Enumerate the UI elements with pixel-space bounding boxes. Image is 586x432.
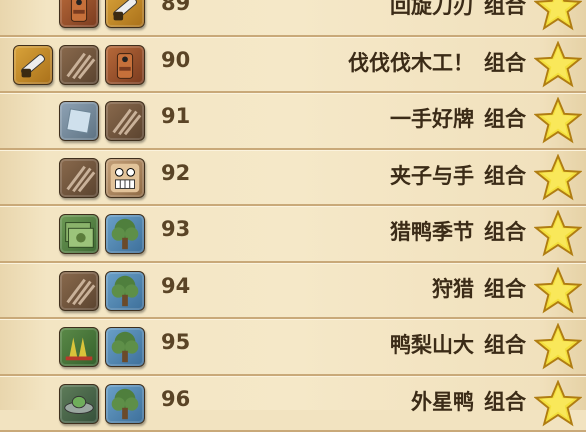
combo-number: 92 bbox=[161, 161, 190, 185]
star-icon bbox=[534, 41, 582, 89]
combo-title: 伐伐伐木工！ 组合 bbox=[348, 47, 526, 77]
star-icon bbox=[534, 323, 582, 371]
combo-title-text: 一手好牌 bbox=[390, 107, 474, 131]
star-icon bbox=[534, 0, 582, 32]
combo-title-text: 伐伐伐木工！ bbox=[348, 51, 474, 75]
tree-icon bbox=[105, 384, 145, 424]
star-icon bbox=[534, 154, 582, 202]
combo-title-text: 猎鸭季节 bbox=[390, 220, 474, 244]
grinning-face-icon bbox=[105, 158, 145, 198]
combo-suffix: 组合 bbox=[484, 164, 526, 188]
star-icon bbox=[534, 97, 582, 145]
combo-title-text: 回旋刀刃 bbox=[390, 0, 474, 18]
star-icon bbox=[534, 210, 582, 258]
combo-number: 94 bbox=[161, 274, 190, 298]
tree-icon bbox=[105, 327, 145, 367]
combo-suffix: 组合 bbox=[484, 107, 526, 131]
tree-icon bbox=[105, 271, 145, 311]
combo-suffix: 组合 bbox=[484, 277, 526, 301]
combo-number: 90 bbox=[161, 48, 190, 72]
combo-icons bbox=[59, 0, 145, 28]
combo-row[interactable]: 96 外星鸭组合 bbox=[0, 376, 586, 432]
combo-icons bbox=[59, 214, 145, 254]
glass-icon bbox=[59, 101, 99, 141]
combo-title: 狩猎组合 bbox=[432, 273, 526, 303]
combo-row[interactable]: 89 回旋刀刃组合 bbox=[0, 0, 586, 37]
combo-number: 96 bbox=[161, 387, 190, 411]
combo-title: 回旋刀刃组合 bbox=[390, 0, 526, 20]
combo-list[interactable]: 89回旋刀刃组合90伐伐伐木工！组合91一手好牌组合92夹子与手组合93猎鸭季节… bbox=[0, 0, 586, 432]
combo-number: 93 bbox=[161, 217, 190, 241]
ufo-icon bbox=[59, 384, 99, 424]
chainsaw-icon bbox=[13, 45, 53, 85]
combo-title-text: 鸭梨山大 bbox=[390, 333, 474, 357]
combo-icons bbox=[59, 271, 145, 311]
combo-number: 89 bbox=[161, 0, 190, 15]
combo-suffix: 组合 bbox=[484, 51, 526, 75]
combo-icons bbox=[59, 384, 145, 424]
combo-title: 猎鸭季节组合 bbox=[390, 216, 526, 246]
combo-row[interactable]: 95 鸭梨山大组合 bbox=[0, 319, 586, 376]
sticks-icon bbox=[59, 158, 99, 198]
robot-head-icon bbox=[59, 0, 99, 28]
chainsaw-icon bbox=[105, 0, 145, 28]
combo-row[interactable]: 93 猎鸭季节组合 bbox=[0, 206, 586, 263]
combo-icons bbox=[59, 101, 145, 141]
duck-cards-icon bbox=[59, 214, 99, 254]
combo-title: 鸭梨山大组合 bbox=[390, 329, 526, 359]
combo-row[interactable]: 92 夹子与手组合 bbox=[0, 150, 586, 207]
pear-icon bbox=[59, 327, 99, 367]
combo-title: 外星鸭组合 bbox=[411, 386, 526, 416]
tree-icon bbox=[105, 214, 145, 254]
combo-title-text: 狩猎 bbox=[432, 277, 474, 301]
combo-row[interactable]: 91 一手好牌组合 bbox=[0, 93, 586, 150]
combo-title: 一手好牌组合 bbox=[390, 103, 526, 133]
combo-suffix: 组合 bbox=[484, 333, 526, 357]
star-icon bbox=[534, 380, 582, 428]
combo-icons bbox=[59, 327, 145, 367]
combo-row[interactable]: 90 伐伐伐木工！ 组合 bbox=[0, 37, 586, 94]
combo-icons bbox=[13, 45, 145, 85]
sticks-icon bbox=[105, 101, 145, 141]
robot-head-icon bbox=[105, 45, 145, 85]
combo-icons bbox=[59, 158, 145, 198]
combo-title-text: 夹子与手 bbox=[390, 164, 474, 188]
sticks-icon bbox=[59, 45, 99, 85]
combo-number: 95 bbox=[161, 330, 190, 354]
sticks-icon bbox=[59, 271, 99, 311]
combo-suffix: 组合 bbox=[484, 0, 526, 18]
combo-suffix: 组合 bbox=[484, 220, 526, 244]
combo-row[interactable]: 94 狩猎组合 bbox=[0, 263, 586, 320]
star-icon bbox=[534, 267, 582, 315]
combo-title: 夹子与手组合 bbox=[390, 160, 526, 190]
combo-number: 91 bbox=[161, 104, 190, 128]
